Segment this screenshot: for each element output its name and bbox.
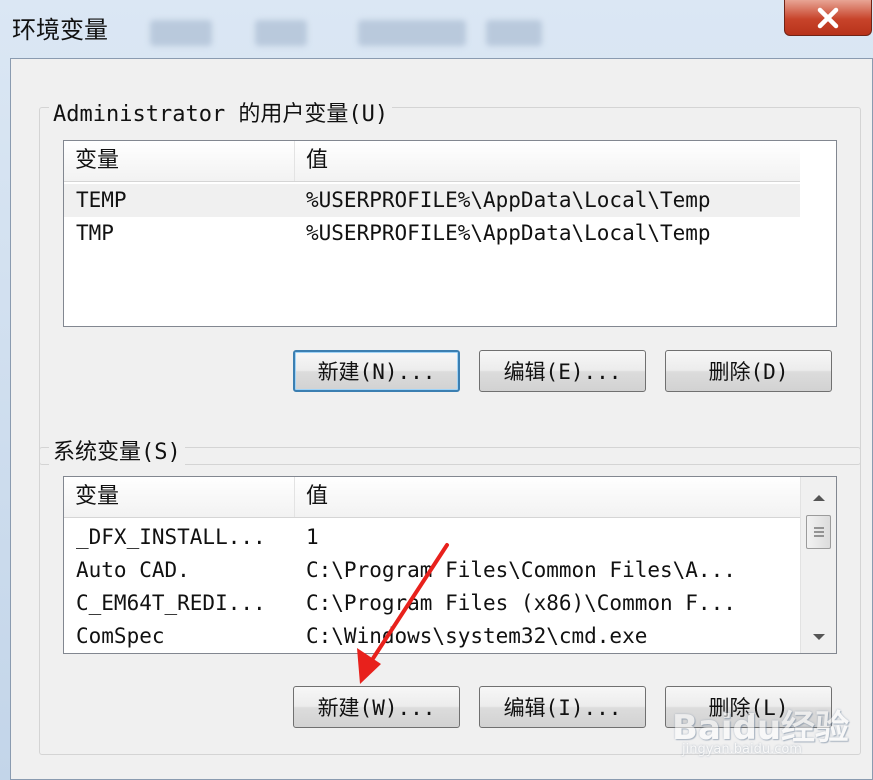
scroll-up-button[interactable] xyxy=(801,483,836,511)
list-header: 变量 值 xyxy=(64,141,800,182)
vertical-scrollbar[interactable] xyxy=(800,477,836,653)
system-variables-label: 系统变量(S) xyxy=(49,434,185,466)
table-row[interactable]: Auto CAD. C:\Program Files\Common Files\… xyxy=(64,554,802,587)
grip-icon xyxy=(813,527,824,537)
variable-value: 1 xyxy=(306,525,319,549)
close-icon xyxy=(817,7,839,28)
close-button[interactable] xyxy=(784,0,872,36)
variable-value: C:\Windows\system32\cmd.exe xyxy=(306,624,648,648)
scroll-thumb[interactable] xyxy=(806,515,831,549)
triangle-up-icon xyxy=(812,494,825,501)
table-row[interactable]: TEMP %USERPROFILE%\AppData\Local\Temp xyxy=(64,184,800,217)
triangle-down-icon xyxy=(812,633,825,640)
window-title: 环境变量 xyxy=(12,16,108,44)
user-edit-button[interactable]: 编辑(E)... xyxy=(479,350,646,392)
variable-value: C:\Program Files (x86)\Common F... xyxy=(306,591,736,615)
table-row[interactable]: TMP %USERPROFILE%\AppData\Local\Temp xyxy=(64,217,800,250)
variable-value: %USERPROFILE%\AppData\Local\Temp xyxy=(306,188,711,212)
variable-name: _DFX_INSTALL... xyxy=(76,525,266,549)
variable-name: C_EM64T_REDI... xyxy=(76,591,266,615)
variable-name: TEMP xyxy=(76,188,127,212)
table-row[interactable]: _DFX_INSTALL... 1 xyxy=(64,521,802,554)
user-variables-label: Administrator 的用户变量(U) xyxy=(49,96,393,128)
table-row[interactable]: C_EM64T_REDI... C:\Program Files (x86)\C… xyxy=(64,587,802,620)
variable-name: TMP xyxy=(76,221,114,245)
environment-variables-dialog: 环境变量 Administrator 的用户变量(U) 变量 值 TEMP %U… xyxy=(0,0,873,780)
variable-name: Auto CAD. xyxy=(76,558,190,582)
column-header-value[interactable]: 值 xyxy=(294,477,802,517)
variable-value: %USERPROFILE%\AppData\Local\Temp xyxy=(306,221,711,245)
title-bar: 环境变量 xyxy=(0,0,873,48)
list-header: 变量 值 xyxy=(64,477,802,518)
column-header-variable[interactable]: 变量 xyxy=(64,141,294,181)
user-new-button[interactable]: 新建(N)... xyxy=(293,350,460,392)
variable-value: C:\Program Files\Common Files\A... xyxy=(306,558,736,582)
variable-name: ComSpec xyxy=(76,624,165,648)
user-variables-list[interactable]: 变量 值 TEMP %USERPROFILE%\AppData\Local\Te… xyxy=(63,140,837,327)
scroll-down-button[interactable] xyxy=(801,623,836,651)
table-row[interactable]: ComSpec C:\Windows\system32\cmd.exe xyxy=(64,620,802,653)
system-variables-list[interactable]: 变量 值 _DFX_INSTALL... 1 Auto CAD. C:\Prog… xyxy=(63,476,837,654)
column-header-variable[interactable]: 变量 xyxy=(64,477,294,517)
system-delete-button[interactable]: 删除(L) xyxy=(665,686,832,728)
column-header-value[interactable]: 值 xyxy=(294,141,800,181)
user-delete-button[interactable]: 删除(D) xyxy=(665,350,832,392)
system-edit-button[interactable]: 编辑(I)... xyxy=(479,686,646,728)
system-new-button[interactable]: 新建(W)... xyxy=(293,686,460,728)
dialog-client-area: Administrator 的用户变量(U) 变量 值 TEMP %USERPR… xyxy=(10,58,873,780)
